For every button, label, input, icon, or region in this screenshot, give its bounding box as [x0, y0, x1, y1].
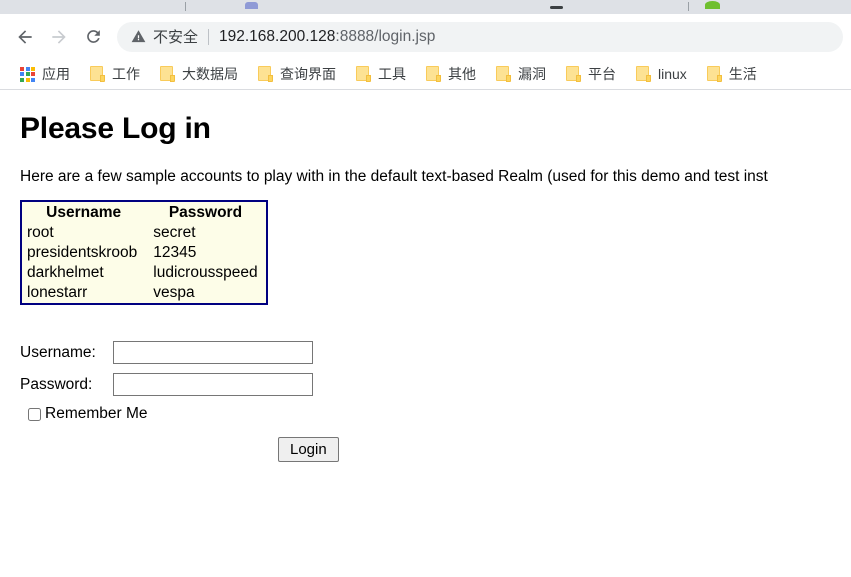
- bookmark-item-3[interactable]: 工具: [350, 62, 412, 86]
- column-header-password: Password: [168, 204, 243, 221]
- password-row: Password:: [20, 373, 851, 396]
- back-arrow-icon: [15, 27, 35, 47]
- username-row: Username:: [20, 341, 851, 364]
- login-button[interactable]: Login: [278, 437, 339, 462]
- forward-button: [42, 20, 76, 54]
- bookmark-label: 工作: [112, 66, 140, 82]
- url-text: 192.168.200.128:8888/login.jsp: [219, 28, 435, 46]
- tab-favicon-fragment[interactable]: [245, 0, 258, 14]
- folder-icon: [356, 66, 371, 82]
- bookmark-label: linux: [658, 66, 687, 82]
- bookmark-label: 应用: [42, 66, 70, 82]
- intro-paragraph: Here are a few sample accounts to play w…: [20, 168, 768, 185]
- remember-me-row: Remember Me: [28, 405, 851, 423]
- favicon-icon: [705, 1, 720, 9]
- bookmark-label: 工具: [378, 66, 406, 82]
- bookmark-label: 其他: [448, 66, 476, 82]
- browser-toolbar: 不安全 192.168.200.128:8888/login.jsp: [0, 14, 851, 59]
- page-content: Please Log in Here are a few sample acco…: [0, 90, 851, 562]
- username-input[interactable]: [113, 341, 313, 364]
- sample-accounts-table: Username Password root secret presidents…: [20, 200, 268, 305]
- tab-strip: [0, 0, 851, 14]
- bookmark-item-7[interactable]: linux: [630, 62, 693, 86]
- cell-username: darkhelmet: [27, 264, 104, 281]
- page-title: Please Log in: [20, 112, 211, 145]
- bookmark-item-8[interactable]: 生活: [701, 62, 763, 86]
- back-button[interactable]: [8, 20, 42, 54]
- address-bar[interactable]: 不安全 192.168.200.128:8888/login.jsp: [117, 21, 843, 52]
- omnibox-divider: [208, 28, 210, 45]
- username-label: Username:: [20, 343, 96, 361]
- favicon-icon: [550, 6, 563, 9]
- favicon-icon: [245, 2, 258, 9]
- browser-window: 不安全 192.168.200.128:8888/login.jsp 应用 工作…: [0, 0, 851, 90]
- bookmark-label: 大数据局: [182, 66, 238, 82]
- cell-username: lonestarr: [27, 284, 88, 301]
- reload-button[interactable]: [76, 20, 110, 54]
- folder-icon: [566, 66, 581, 82]
- url-path: :8888/login.jsp: [335, 27, 436, 45]
- column-header-username: Username: [46, 204, 122, 221]
- folder-icon: [90, 66, 105, 82]
- bookmark-apps[interactable]: 应用: [14, 62, 76, 86]
- cell-password: 12345: [153, 244, 197, 261]
- cell-username: presidentskroob: [27, 244, 138, 261]
- bookmark-item-2[interactable]: 查询界面: [252, 62, 342, 86]
- folder-icon: [706, 66, 722, 82]
- bookmark-item-4[interactable]: 其他: [420, 62, 482, 86]
- cell-password: vespa: [153, 284, 195, 301]
- apps-grid-icon: [20, 66, 35, 82]
- folder-icon: [160, 66, 175, 82]
- folder-icon: [258, 66, 273, 82]
- bookmark-label: 平台: [588, 66, 616, 82]
- bookmark-label: 生活: [728, 66, 757, 82]
- remember-me-label: Remember Me: [45, 405, 148, 422]
- url-host: 192.168.200.128: [219, 27, 336, 45]
- bookmark-label: 查询界面: [280, 66, 336, 82]
- table-row: root secret: [21, 223, 267, 243]
- cell-password: secret: [153, 224, 196, 241]
- tab-separator: [688, 2, 689, 11]
- tab-favicon-fragment[interactable]: [705, 0, 720, 14]
- table-header-row: Username Password: [21, 201, 267, 223]
- reload-icon: [84, 27, 103, 46]
- bookmark-item-6[interactable]: 平台: [560, 62, 622, 86]
- tab-separator: [185, 2, 186, 11]
- warning-triangle-icon[interactable]: [131, 29, 146, 44]
- bookmarks-bar: 应用 工作 大数据局 查询界面 工具 其他 漏洞 平台 linux 生活: [0, 59, 851, 89]
- bookmark-item-0[interactable]: 工作: [84, 62, 146, 86]
- folder-icon: [426, 66, 441, 82]
- table-row: lonestarr vespa: [21, 283, 267, 304]
- folder-icon: [496, 66, 511, 82]
- table-row: presidentskroob 12345: [21, 243, 267, 263]
- login-button-row: Login: [20, 437, 851, 462]
- table-row: darkhelmet ludicrousspeed: [21, 263, 267, 283]
- bookmark-item-5[interactable]: 漏洞: [490, 62, 552, 86]
- security-status-label: 不安全: [153, 29, 199, 46]
- tab-favicon-fragment[interactable]: [550, 0, 563, 14]
- cell-password: ludicrousspeed: [153, 264, 258, 281]
- bookmark-label: 漏洞: [518, 66, 546, 82]
- cell-username: root: [27, 224, 54, 241]
- password-input[interactable]: [113, 373, 313, 396]
- remember-me-checkbox[interactable]: [28, 407, 41, 421]
- folder-icon: [636, 66, 651, 82]
- bookmark-item-1[interactable]: 大数据局: [154, 62, 244, 86]
- forward-arrow-icon: [49, 27, 69, 47]
- password-label: Password:: [20, 375, 93, 393]
- login-form: Username: Password: Remember Me Login: [20, 341, 851, 462]
